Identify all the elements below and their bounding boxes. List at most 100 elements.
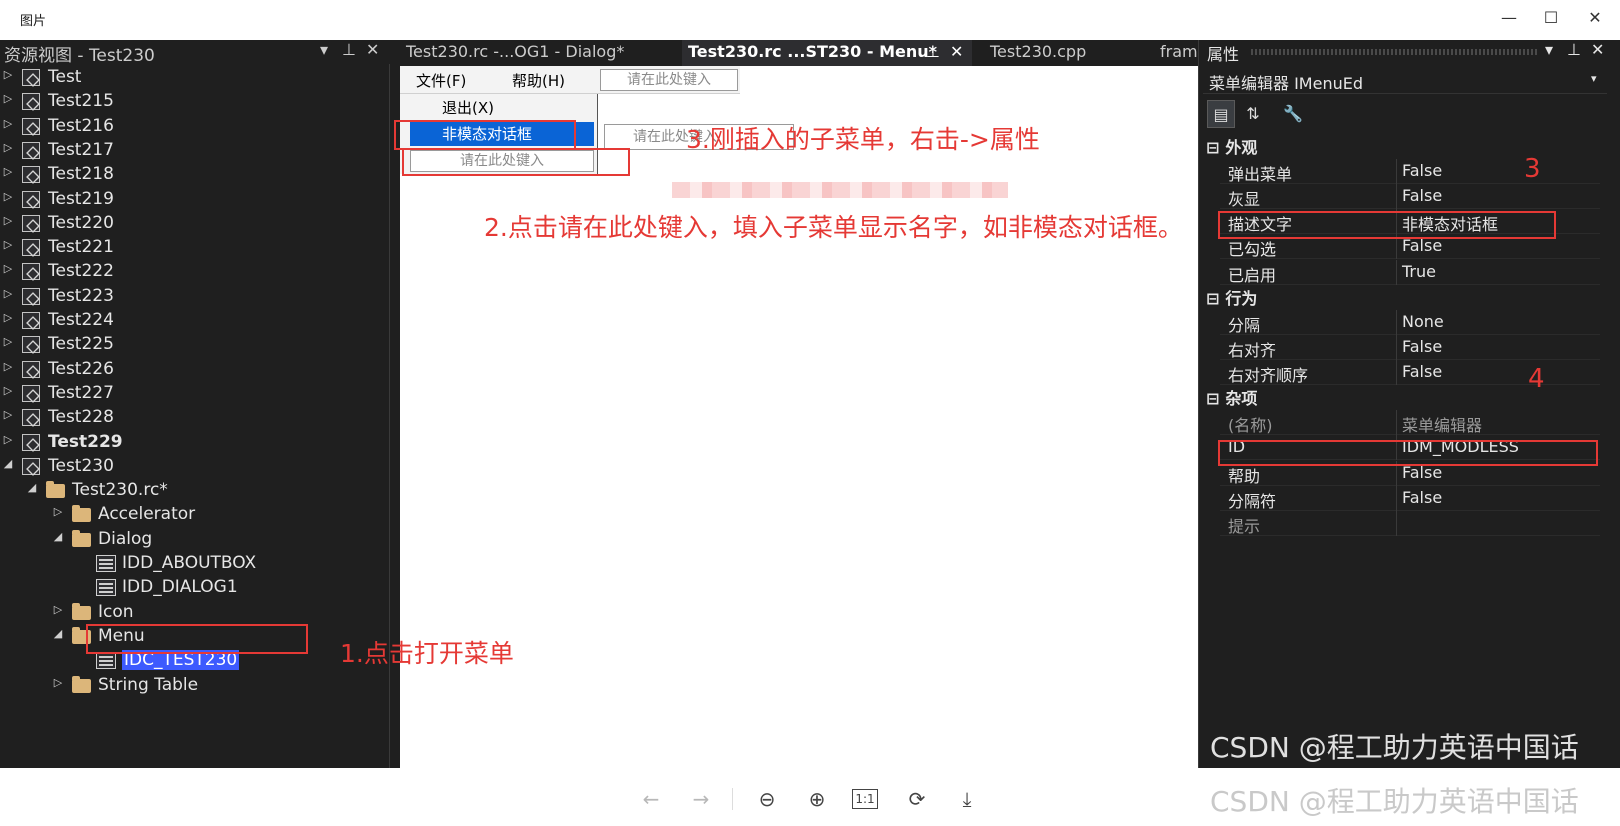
expand-arrow-icon[interactable]: ▷ [2, 238, 14, 251]
expand-arrow-icon[interactable]: ▷ [2, 335, 14, 348]
tree-item[interactable]: ▷ Test217 [0, 139, 390, 163]
close-icon[interactable]: ✕ [366, 40, 379, 59]
tree-item[interactable]: ▷ Test221 [0, 236, 390, 260]
expand-arrow-icon[interactable]: ▷ [2, 117, 14, 130]
tree-item[interactable]: ▷ String Table [0, 674, 390, 698]
menu-help[interactable]: 帮助(H) [512, 70, 565, 91]
tree-item-label: Test217 [48, 139, 114, 160]
expand-arrow-icon[interactable]: ▷ [2, 190, 14, 203]
expand-arrow-icon[interactable]: ▷ [52, 603, 64, 616]
tree-item[interactable]: ▷ Test226 [0, 358, 390, 382]
expand-arrow-icon[interactable]: ▷ [2, 311, 14, 324]
expand-arrow-icon[interactable]: ▷ [2, 165, 14, 178]
tab-pin-icon[interactable]: ⊥ [926, 42, 940, 61]
rotate-icon[interactable]: ⟳ [902, 786, 932, 812]
download-icon[interactable]: ⤓ [952, 786, 982, 812]
dialog-resource-icon [96, 579, 116, 597]
tree-item-label: Test219 [48, 188, 114, 209]
alphabetical-icon[interactable]: ⇅ [1239, 100, 1267, 128]
tree-item[interactable]: ▷ Test222 [0, 260, 390, 284]
tree-item[interactable]: ◢ Test230.rc* [0, 479, 390, 503]
tree-item[interactable]: ▷ Test229 [0, 431, 390, 455]
project-icon [22, 141, 40, 159]
properties-panel: 属性 ▾ ⊥ ✕ 菜单编辑器 IMenuEd ▾ ▤ ⇅ 🔧 [1198, 40, 1620, 768]
zoom-out-icon[interactable]: ⊖ [752, 786, 782, 812]
project-icon [22, 287, 40, 305]
tree-item[interactable]: ▷ Test220 [0, 212, 390, 236]
tab-fram[interactable]: fram [1154, 40, 1198, 66]
tree-item[interactable]: IDD_DIALOG1 [0, 576, 390, 600]
tree-item-label: Test230 [48, 455, 114, 476]
tree-item[interactable]: ▷ Test219 [0, 188, 390, 212]
pin-icon[interactable]: ⊥ [342, 40, 356, 59]
tree-item[interactable]: ▷ Test224 [0, 309, 390, 333]
expand-arrow-icon[interactable]: ▷ [2, 408, 14, 421]
object-selector[interactable]: 菜单编辑器 IMenuEd ▾ [1203, 68, 1607, 94]
folder-icon [72, 675, 91, 693]
expand-arrow-icon[interactable]: ▷ [2, 262, 14, 275]
menu-editor-bar: 文件(F) 帮助(H) 请在此处键入 [400, 66, 740, 94]
project-icon [22, 457, 40, 475]
tree-item[interactable]: ▷ Test223 [0, 285, 390, 309]
tree-item[interactable]: ▷ Test225 [0, 333, 390, 357]
expand-arrow-icon[interactable]: ▷ [52, 505, 64, 518]
close-button[interactable]: ✕ [1572, 4, 1618, 32]
collapse-arrow-icon[interactable]: ◢ [26, 481, 38, 494]
expand-arrow-icon[interactable]: ▷ [2, 287, 14, 300]
tree-item-label: Test227 [48, 382, 114, 403]
tree-item-label: IDD_ABOUTBOX [122, 553, 257, 573]
expand-arrow-icon[interactable]: ▷ [52, 676, 64, 689]
tree-item-label: Test218 [48, 164, 114, 185]
categorized-icon[interactable]: ▤ [1207, 100, 1235, 128]
menu-item-exit[interactable]: 退出(X) [410, 96, 594, 120]
collapse-arrow-icon[interactable]: ◢ [52, 627, 64, 640]
tree-item-label: Test226 [48, 358, 114, 379]
project-icon [22, 214, 40, 232]
tree-item[interactable]: IDD_ABOUTBOX [0, 552, 390, 576]
tree-item-label: Test216 [48, 115, 114, 136]
tree-item[interactable]: ▷ Test218 [0, 163, 390, 187]
project-icon [22, 312, 40, 329]
expand-arrow-icon[interactable]: ▷ [2, 68, 14, 81]
project-icon [22, 360, 40, 378]
tab-menu[interactable]: Test230.rc ...ST230 - Menu* ⊥ ✕ [682, 40, 972, 66]
tree-item[interactable]: ◢ Dialog [0, 528, 390, 552]
pin-icon[interactable]: ⊥ [1567, 40, 1581, 59]
actual-size-icon[interactable]: 1:1 [852, 789, 878, 809]
expand-arrow-icon[interactable]: ▷ [2, 360, 14, 373]
previous-icon[interactable]: ← [636, 786, 666, 812]
tree-item[interactable]: ▷ Test215 [0, 90, 390, 114]
collapse-arrow-icon[interactable]: ◢ [2, 457, 14, 470]
toolbar-divider [732, 788, 733, 810]
tree-item[interactable]: ▷ Test228 [0, 406, 390, 430]
maximize-button[interactable]: ☐ [1528, 4, 1574, 32]
tree-item[interactable]: ▷ Test216 [0, 115, 390, 139]
tab-close-icon[interactable]: ✕ [950, 42, 963, 61]
panel-dropdown-icon[interactable]: ▾ [320, 40, 328, 59]
property-pages-icon[interactable]: 🔧 [1279, 100, 1307, 128]
tree-item-label: Test228 [48, 407, 114, 428]
highlight-type-here [402, 148, 630, 176]
collapse-arrow-icon[interactable]: ◢ [52, 530, 64, 543]
expand-arrow-icon[interactable]: ▷ [2, 92, 14, 105]
expand-arrow-icon[interactable]: ▷ [2, 214, 14, 227]
expand-arrow-icon[interactable]: ▷ [2, 433, 14, 446]
tree-item[interactable]: ▷ Test [0, 66, 390, 90]
zoom-in-icon[interactable]: ⊕ [802, 786, 832, 812]
expand-arrow-icon[interactable]: ▷ [2, 384, 14, 397]
watermark: CSDN @程工助力英语中国话 [1210, 731, 1579, 764]
menu-type-here[interactable]: 请在此处键入 [600, 69, 738, 91]
tree-item[interactable]: ▷ Accelerator [0, 503, 390, 527]
tree-item[interactable]: ▷ Test227 [0, 382, 390, 406]
minimize-button[interactable]: — [1486, 4, 1532, 32]
tab-dialog[interactable]: Test230.rc -...OG1 - Dialog* [400, 40, 682, 66]
tree-item[interactable]: ▷ Icon [0, 601, 390, 625]
tree-item-label: Dialog [98, 528, 153, 549]
expand-arrow-icon[interactable]: ▷ [2, 141, 14, 154]
next-icon[interactable]: → [686, 786, 716, 812]
menu-file[interactable]: 文件(F) [416, 70, 466, 91]
tab-cpp[interactable]: Test230.cpp [984, 40, 1154, 66]
panel-dropdown-icon[interactable]: ▾ [1545, 40, 1553, 59]
tree-item[interactable]: ◢ Test230 [0, 455, 390, 479]
close-icon[interactable]: ✕ [1591, 40, 1604, 59]
